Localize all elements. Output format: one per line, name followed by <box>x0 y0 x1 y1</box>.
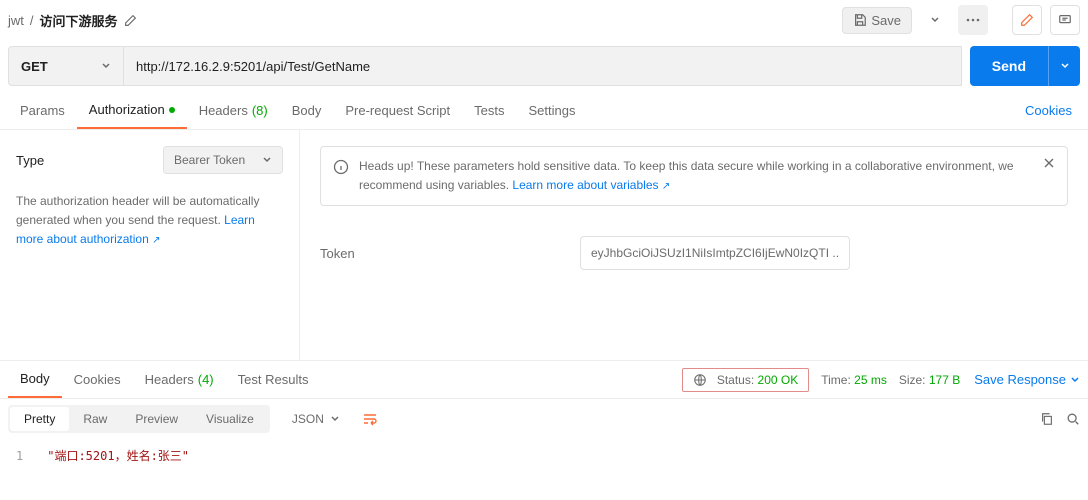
tab-prerequest[interactable]: Pre-request Script <box>333 92 462 129</box>
edit-request-button[interactable] <box>1012 5 1042 35</box>
chevron-down-icon <box>1060 61 1070 71</box>
tab-authorization[interactable]: Authorization <box>77 92 187 129</box>
status-label: Status: <box>717 373 754 387</box>
response-body[interactable]: 1 "端口:5201，姓名:张三" <box>0 439 1088 472</box>
response-bar: Body Cookies Headers (4) Test Results St… <box>0 360 1088 398</box>
breadcrumb-sep: / <box>30 13 34 28</box>
alert-close-button[interactable] <box>1043 157 1055 169</box>
view-pretty[interactable]: Pretty <box>10 407 69 431</box>
request-tabs: Params Authorization Headers (8) Body Pr… <box>0 92 1088 130</box>
tab-label: Headers <box>199 103 248 118</box>
copy-icon <box>1040 412 1054 426</box>
auth-type-label: Type <box>16 153 44 168</box>
response-tab-cookies[interactable]: Cookies <box>62 361 133 398</box>
more-icon <box>966 18 980 22</box>
edit-icon[interactable] <box>124 14 137 27</box>
variables-learn-more-link[interactable]: Learn more about variables ↗ <box>512 178 670 192</box>
size-value: 177 B <box>929 373 960 387</box>
view-mode-tabs: Pretty Raw Preview Visualize <box>8 405 270 433</box>
send-button[interactable]: Send <box>970 46 1048 86</box>
tab-label: Headers <box>145 372 194 387</box>
breadcrumb: jwt / 访问下游服务 <box>8 11 137 30</box>
time-label: Time: <box>821 373 851 387</box>
send-dropdown[interactable] <box>1048 46 1080 86</box>
close-icon <box>1043 157 1055 169</box>
status-box: Status: 200 OK <box>682 368 809 392</box>
headers-count: (4) <box>198 372 214 387</box>
save-icon <box>853 13 867 27</box>
chevron-down-icon <box>262 155 272 165</box>
auth-type-select[interactable]: Bearer Token <box>163 146 283 174</box>
copy-button[interactable] <box>1040 412 1054 426</box>
token-label: Token <box>320 246 580 261</box>
external-link-icon: ↗ <box>152 235 160 246</box>
info-icon <box>333 159 349 175</box>
headers-count: (8) <box>252 103 268 118</box>
format-value: JSON <box>292 412 324 426</box>
method-select[interactable]: GET <box>8 46 123 86</box>
tab-settings[interactable]: Settings <box>516 92 587 129</box>
status-value: 200 OK <box>758 373 799 387</box>
more-button[interactable] <box>958 5 988 35</box>
line-number: 1 <box>16 449 23 463</box>
tab-params[interactable]: Params <box>8 92 77 129</box>
auth-description: The authorization header will be automat… <box>16 192 283 250</box>
format-select[interactable]: JSON <box>284 408 348 430</box>
wrap-icon <box>362 412 378 426</box>
response-tab-body[interactable]: Body <box>8 361 62 398</box>
chevron-down-icon <box>330 414 340 424</box>
auth-type-value: Bearer Token <box>174 153 245 167</box>
save-response-button[interactable]: Save Response <box>974 372 1080 387</box>
auth-right-panel: Heads up! These parameters hold sensitiv… <box>300 130 1088 360</box>
sensitive-data-alert: Heads up! These parameters hold sensitiv… <box>320 146 1068 206</box>
tab-body[interactable]: Body <box>280 92 334 129</box>
search-button[interactable] <box>1066 412 1080 426</box>
comment-button[interactable] <box>1050 5 1080 35</box>
external-link-icon: ↗ <box>662 181 670 192</box>
token-input[interactable] <box>580 236 850 270</box>
tab-headers[interactable]: Headers (8) <box>187 92 280 129</box>
url-input[interactable] <box>123 46 962 86</box>
size-label: Size: <box>899 373 926 387</box>
tab-label: Authorization <box>89 102 165 117</box>
breadcrumb-parent[interactable]: jwt <box>8 13 24 28</box>
chevron-down-icon <box>1070 375 1080 385</box>
cookies-link[interactable]: Cookies <box>1025 103 1080 118</box>
breadcrumb-current[interactable]: 访问下游服务 <box>40 11 118 30</box>
search-icon <box>1066 412 1080 426</box>
status-dot-icon <box>169 107 175 113</box>
save-dropdown[interactable] <box>920 5 950 35</box>
tab-tests[interactable]: Tests <box>462 92 516 129</box>
method-value: GET <box>21 59 48 74</box>
response-tab-test-results[interactable]: Test Results <box>226 361 321 398</box>
wrap-lines-button[interactable] <box>358 408 382 430</box>
chevron-down-icon <box>101 61 111 71</box>
view-visualize[interactable]: Visualize <box>192 407 268 431</box>
pencil-icon <box>1020 13 1034 27</box>
auth-left-panel: Type Bearer Token The authorization head… <box>0 130 300 360</box>
comment-icon <box>1058 13 1072 27</box>
save-button[interactable]: Save <box>842 7 912 34</box>
globe-icon[interactable] <box>693 373 707 387</box>
view-raw[interactable]: Raw <box>69 407 121 431</box>
view-preview[interactable]: Preview <box>121 407 192 431</box>
response-content: "端口:5201，姓名:张三" <box>47 449 189 463</box>
response-tab-headers[interactable]: Headers (4) <box>133 361 226 398</box>
save-label: Save <box>871 13 901 28</box>
time-value: 25 ms <box>854 373 887 387</box>
